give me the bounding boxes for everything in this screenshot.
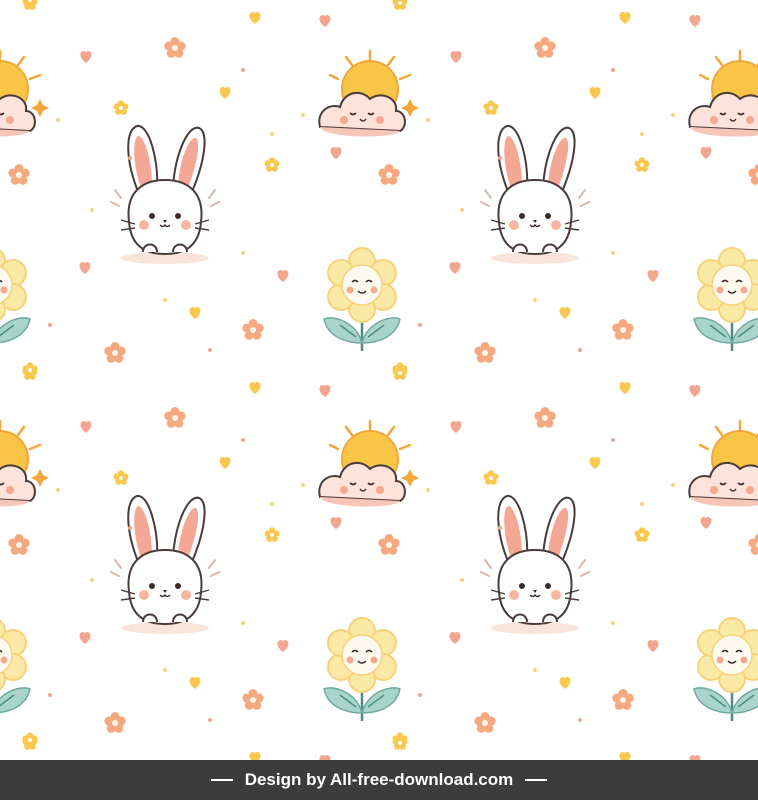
right-dash — [525, 779, 548, 781]
credit-text: Design by All-free-download.com — [244, 770, 514, 789]
left-dash — [210, 779, 233, 781]
credit-bar: Design by All-free-download.com — [0, 760, 758, 800]
seamless-pattern — [0, 0, 758, 760]
